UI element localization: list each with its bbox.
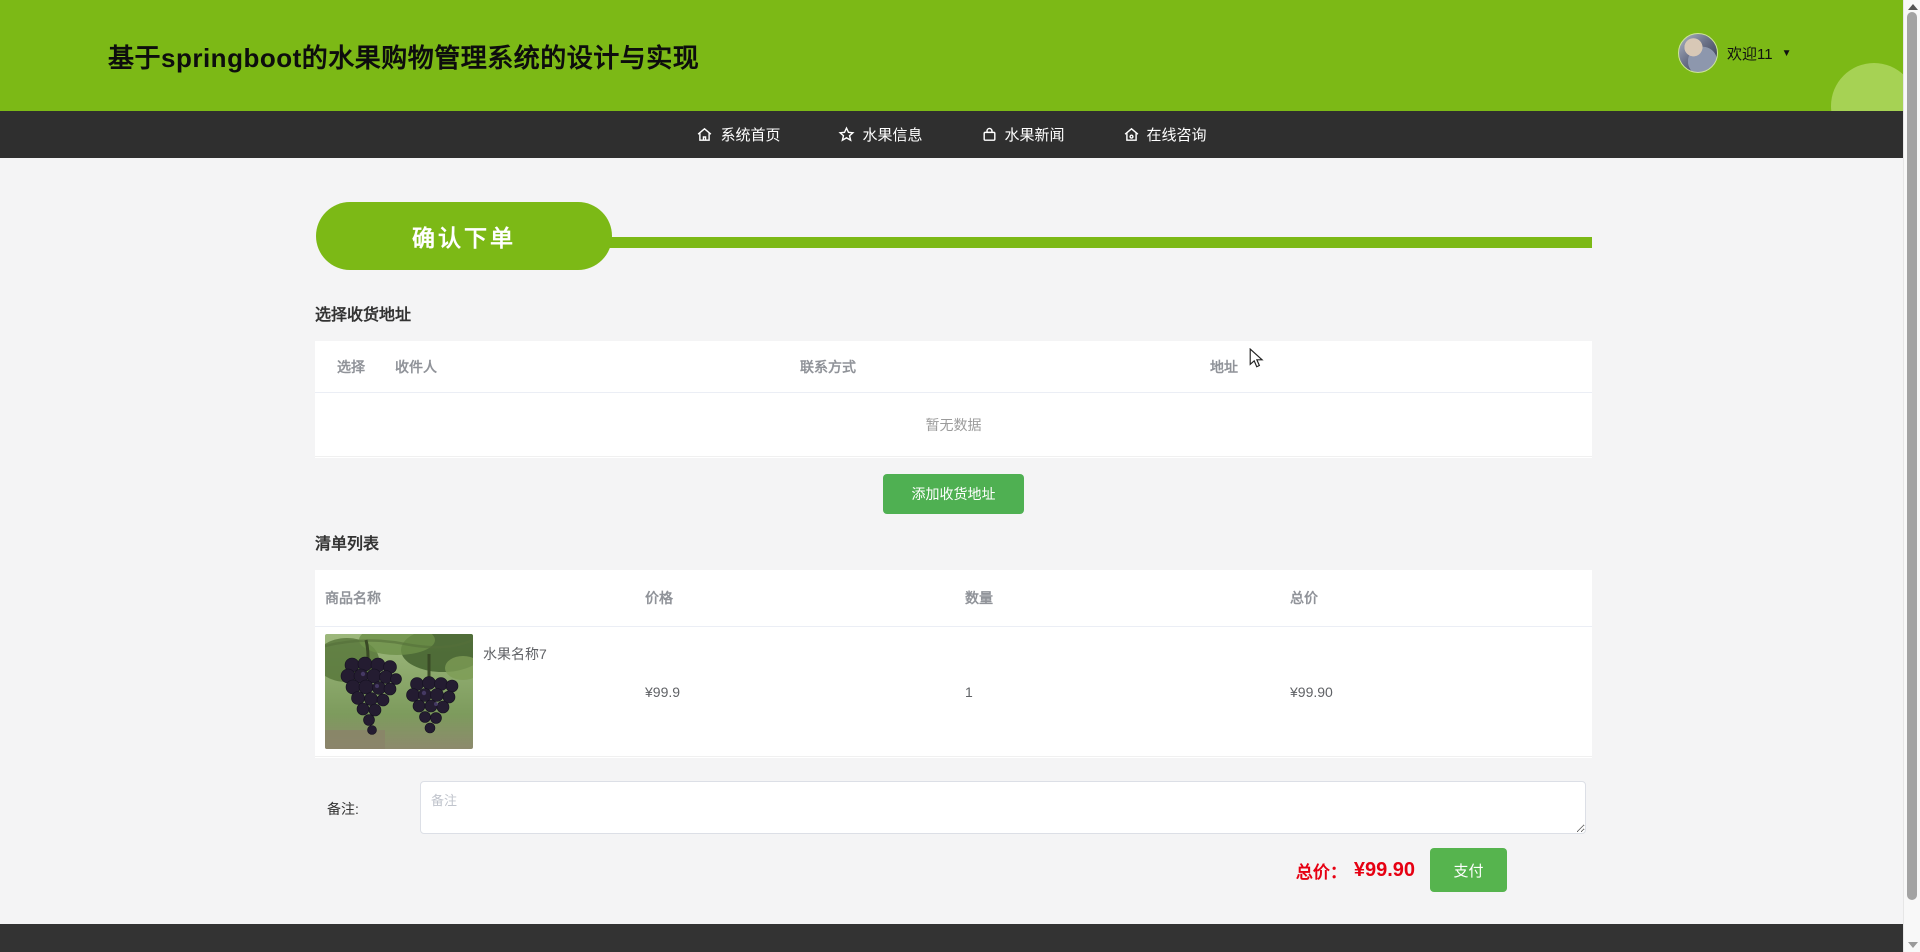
col-quantity: 数量	[965, 590, 993, 606]
address-section-heading: 选择收货地址	[315, 307, 412, 324]
bag-icon	[981, 126, 998, 143]
address-table: 选择 收件人 联系方式 地址 暂无数据	[315, 341, 1592, 458]
address-table-header: 选择 收件人 联系方式 地址	[315, 341, 1592, 393]
nav-item-online-consult[interactable]: 在线咨询	[1123, 124, 1207, 145]
app-header: 基于springboot的水果购物管理系统的设计与实现 欢迎11 ▼	[0, 0, 1903, 111]
home-icon	[696, 126, 713, 143]
product-total: ¥99.90	[1290, 683, 1333, 700]
avatar[interactable]	[1678, 33, 1718, 73]
home-chat-icon	[1123, 126, 1140, 143]
scroll-down-icon[interactable]	[1908, 942, 1918, 948]
scroll-up-icon[interactable]	[1908, 4, 1918, 10]
col-address: 地址	[1210, 358, 1238, 375]
add-address-button[interactable]: 添加收货地址	[883, 474, 1024, 514]
product-cell: 水果名称7	[325, 633, 645, 750]
main-nav: 系统首页 水果信息 水果新闻 在线咨询	[0, 111, 1903, 158]
header-decoration	[1831, 63, 1903, 111]
col-select: 选择	[337, 358, 365, 375]
nav-item-home[interactable]: 系统首页	[696, 124, 780, 145]
empty-data-text: 暂无数据	[315, 393, 1592, 457]
star-icon	[838, 126, 856, 143]
product-name: 水果名称7	[483, 645, 547, 662]
welcome-text[interactable]: 欢迎11	[1727, 43, 1773, 64]
checkout-row: 总价： ¥99.90 支付	[315, 848, 1507, 892]
table-row: 水果名称7 ¥99.9 1 ¥99.90	[315, 627, 1592, 757]
col-contact: 联系方式	[800, 358, 856, 375]
cart-table: 商品名称 价格 数量 总价 水果名称7 ¥99.9 1 ¥99.90	[315, 570, 1592, 758]
col-recipient: 收件人	[395, 358, 437, 375]
scrollbar-thumb[interactable]	[1907, 12, 1917, 900]
nav-item-fruit-info[interactable]: 水果信息	[838, 124, 923, 145]
cart-section-heading: 清单列表	[315, 536, 380, 553]
footer-bar	[0, 924, 1903, 952]
page: 基于springboot的水果购物管理系统的设计与实现 欢迎11 ▼ 系统首页 …	[0, 0, 1920, 952]
nav-item-label: 系统首页	[720, 127, 781, 144]
banner-line	[590, 237, 1592, 248]
product-quantity: 1	[965, 683, 973, 700]
col-product-name: 商品名称	[325, 590, 381, 606]
chevron-down-icon[interactable]: ▼	[1782, 48, 1792, 59]
nav-item-label: 水果信息	[862, 127, 923, 144]
app-title: 基于springboot的水果购物管理系统的设计与实现	[108, 43, 700, 73]
page-title: 确认下单	[316, 202, 612, 270]
pay-button[interactable]: 支付	[1430, 848, 1507, 892]
product-image-grapes	[325, 633, 473, 749]
remark-label: 备注:	[327, 801, 359, 817]
total-label: 总价：	[1295, 862, 1347, 882]
cart-table-header: 商品名称 价格 数量 总价	[315, 570, 1592, 627]
remark-input[interactable]	[420, 781, 1586, 834]
total-value: ¥99.90	[1353, 858, 1415, 881]
nav-item-label: 水果新闻	[1004, 127, 1065, 144]
col-price: 价格	[645, 590, 673, 606]
nav-item-fruit-news[interactable]: 水果新闻	[981, 124, 1065, 145]
col-total: 总价	[1290, 590, 1318, 606]
scrollbar	[1903, 0, 1920, 952]
user-menu[interactable]: 欢迎11 ▼	[1678, 33, 1791, 73]
mouse-cursor	[1248, 347, 1264, 373]
nav-item-label: 在线咨询	[1146, 127, 1207, 144]
product-price: ¥99.9	[645, 683, 681, 700]
